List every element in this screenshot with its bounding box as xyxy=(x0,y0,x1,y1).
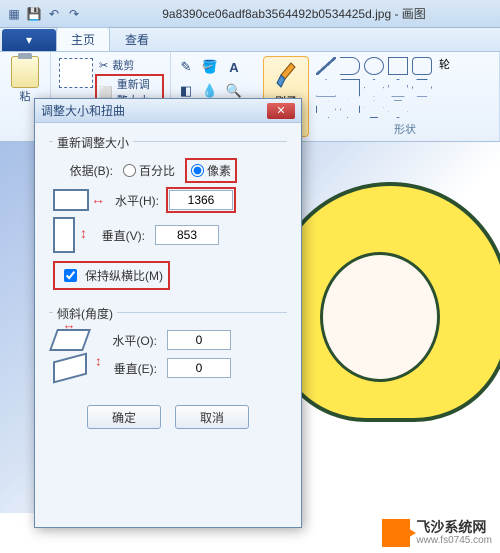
quick-access-toolbar: ▦ 💾 ↶ ↷ xyxy=(0,6,88,22)
shape-oval[interactable] xyxy=(364,57,384,75)
resize-icon: ⬜ xyxy=(99,86,113,99)
crop-icon: ✂ xyxy=(99,59,108,72)
ok-button[interactable]: 确定 xyxy=(87,405,161,429)
skew-v-label: 垂直(E): xyxy=(97,360,157,377)
cartoon-image xyxy=(270,182,500,502)
horizontal-label: 水平(H): xyxy=(99,192,159,209)
fill-tool[interactable]: 🪣 xyxy=(199,56,221,78)
skew-h-label: 水平(O): xyxy=(97,332,157,349)
vertical-input[interactable] xyxy=(155,225,219,245)
resize-fieldset: 重新调整大小 依据(B): 百分比 像素 水平(H): 垂直(V): 保持纵横比… xyxy=(49,141,287,304)
shape-right-triangle[interactable] xyxy=(340,79,360,97)
tab-home[interactable]: 主页 xyxy=(56,27,110,51)
app-icon: ▦ xyxy=(6,6,22,22)
tab-view[interactable]: 查看 xyxy=(110,27,164,51)
radio-percent[interactable]: 百分比 xyxy=(123,162,175,179)
ribbon-tabs: ▾ 主页 查看 xyxy=(0,28,500,52)
horizontal-icon xyxy=(53,189,89,211)
shape-line[interactable] xyxy=(316,57,336,75)
shape-roundrect[interactable] xyxy=(412,57,432,75)
watermark-icon xyxy=(382,519,410,547)
shape-pentagon[interactable] xyxy=(388,79,408,97)
window-title: 9a8390ce06adf8ab3564492b0534425d.jpg - 画… xyxy=(88,5,500,22)
shape-curve[interactable] xyxy=(340,57,360,75)
paste-label: 粘 xyxy=(20,88,31,104)
shape-arrow-left[interactable] xyxy=(340,100,360,118)
outline-button[interactable]: 轮 xyxy=(439,56,450,76)
paste-button[interactable]: 粘 xyxy=(6,56,44,104)
skew-v-input[interactable] xyxy=(167,358,231,378)
shapes-label: 形状 xyxy=(315,121,495,137)
undo-icon[interactable]: ↶ xyxy=(46,6,62,22)
horizontal-input[interactable] xyxy=(169,190,233,210)
shape-arrow-down[interactable] xyxy=(388,100,408,118)
file-menu-button[interactable]: ▾ xyxy=(2,29,56,51)
save-icon[interactable]: 💾 xyxy=(26,6,42,22)
text-tool[interactable]: A xyxy=(223,56,245,78)
radio-pixels[interactable]: 像素 xyxy=(185,158,237,183)
shape-triangle[interactable] xyxy=(316,79,336,97)
shape-hexagon[interactable] xyxy=(412,79,432,97)
shape-arrow-right[interactable] xyxy=(316,100,336,118)
by-label: 依据(B): xyxy=(53,162,113,179)
dialog-close-button[interactable]: ✕ xyxy=(267,103,295,119)
keep-ratio-input[interactable] xyxy=(64,269,77,282)
keep-ratio-checkbox[interactable]: 保持纵横比(M) xyxy=(53,261,170,290)
skew-h-input[interactable] xyxy=(167,330,231,350)
pencil-tool[interactable]: ✎ xyxy=(175,56,197,78)
resize-legend: 重新调整大小 xyxy=(53,134,133,151)
window-titlebar: ▦ 💾 ↶ ↷ 9a8390ce06adf8ab3564492b0534425d… xyxy=(0,0,500,28)
watermark-url: www.fs0745.com xyxy=(416,535,492,546)
vertical-label: 垂直(V): xyxy=(85,227,145,244)
dialog-title: 调整大小和扭曲 xyxy=(41,102,125,119)
dialog-titlebar: 调整大小和扭曲 ✕ xyxy=(35,99,301,123)
shape-diamond[interactable] xyxy=(364,79,384,97)
skew-v-icon xyxy=(53,352,87,383)
crop-button[interactable]: ✂裁剪 xyxy=(95,56,164,74)
watermark-name: 飞沙系统网 xyxy=(416,520,492,535)
shape-rect[interactable] xyxy=(388,57,408,75)
resize-dialog: 调整大小和扭曲 ✕ 重新调整大小 依据(B): 百分比 像素 水平(H): 垂直… xyxy=(34,98,302,528)
cancel-button[interactable]: 取消 xyxy=(175,405,249,429)
redo-icon[interactable]: ↷ xyxy=(66,6,82,22)
shapes-group: 轮 形状 xyxy=(311,52,500,141)
brush-icon xyxy=(273,61,299,93)
skew-fieldset: 倾斜(角度) 水平(O): 垂直(E): xyxy=(49,312,287,391)
paste-icon xyxy=(11,56,39,88)
select-tool[interactable] xyxy=(59,58,93,88)
vertical-icon xyxy=(53,217,75,253)
skew-h-icon xyxy=(49,329,91,351)
shape-arrow-up[interactable] xyxy=(364,100,384,118)
watermark: 飞沙系统网 www.fs0745.com xyxy=(382,519,492,547)
